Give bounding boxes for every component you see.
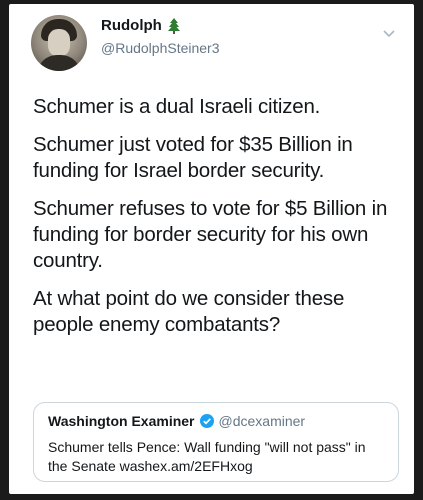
avatar[interactable] bbox=[31, 15, 87, 71]
chevron-down-icon[interactable] bbox=[382, 29, 396, 39]
quoted-author-name: Washington Examiner bbox=[48, 413, 195, 429]
tweet-paragraph: At what point do we consider these peopl… bbox=[33, 287, 345, 336]
quoted-tweet-header: Washington Examiner @dcexaminer bbox=[48, 413, 305, 429]
author-name-row[interactable]: Rudolph bbox=[101, 17, 180, 34]
evergreen-tree-icon bbox=[167, 17, 180, 34]
quoted-tweet[interactable]: Washington Examiner @dcexaminer Schumer … bbox=[33, 402, 399, 482]
tweet-body: Schumer is a dual Israeli citizen. Schum… bbox=[33, 94, 405, 350]
author-name[interactable]: Rudolph bbox=[101, 17, 162, 34]
quoted-tweet-text: Schumer tells Pence: Wall funding "will … bbox=[48, 439, 366, 474]
tweet-paragraph: Schumer just voted for $35 Billion in fu… bbox=[33, 133, 353, 182]
quoted-author-handle: @dcexaminer bbox=[218, 413, 306, 429]
author-handle[interactable]: @RudolphSteiner3 bbox=[101, 40, 220, 56]
tweet-card: Rudolph @RudolphSteiner3 Schumer is a du… bbox=[9, 4, 414, 494]
verified-badge-icon bbox=[199, 414, 214, 428]
tweet-paragraph: Schumer refuses to vote for $5 Billion i… bbox=[33, 197, 388, 272]
tweet-paragraph: Schumer is a dual Israeli citizen. bbox=[33, 95, 321, 118]
